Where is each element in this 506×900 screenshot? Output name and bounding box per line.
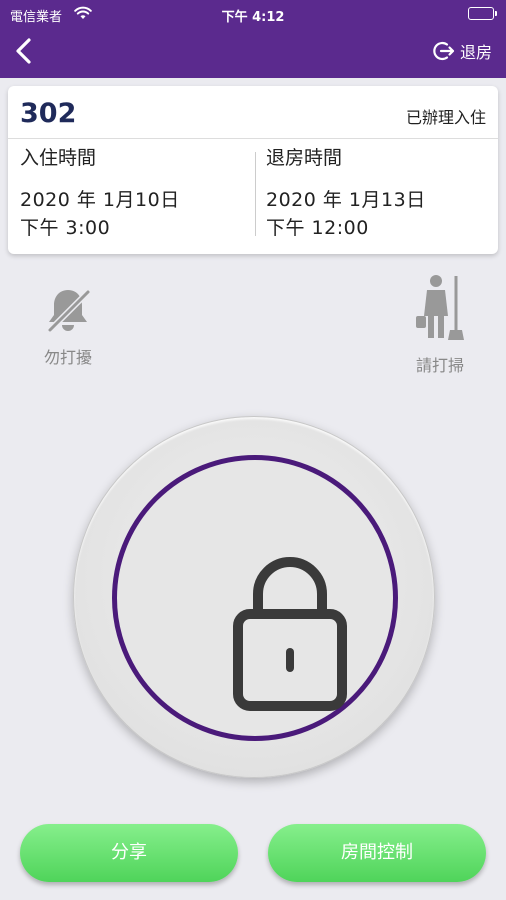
battery-icon [468, 7, 497, 20]
checkin-time: 下午 3:00 [20, 217, 111, 239]
checkin-date: 2020 年 1月10日 [20, 189, 180, 211]
do-not-disturb-label: 勿打擾 [43, 348, 92, 367]
checkin-label: 入住時間 [20, 147, 97, 169]
housekeeper-icon [416, 275, 464, 340]
back-button[interactable] [10, 34, 40, 68]
checkout-info: 退房時間 2020 年 1月13日 下午 12:00 [266, 146, 426, 242]
room-number: 302 [20, 98, 77, 129]
padlock-icon [233, 557, 347, 711]
cleaning-label: 請打掃 [415, 356, 464, 375]
checkout-label: 退房 [459, 43, 492, 62]
bell-slash-icon [47, 289, 91, 333]
top-bar: 電信業者 下午 4:12 退房 [0, 0, 506, 78]
divider [255, 152, 256, 236]
cleaning-button[interactable]: 請打掃 [400, 272, 480, 376]
share-button[interactable]: 分享 [20, 824, 238, 882]
status-bar: 電信業者 下午 4:12 [0, 4, 506, 25]
checkout-time: 下午 12:00 [266, 217, 369, 239]
chevron-left-icon [16, 38, 31, 64]
status-badge: 已辦理入住 [405, 108, 486, 127]
checkout-label: 退房時間 [266, 147, 343, 169]
unlock-button[interactable] [73, 416, 435, 778]
checkout-date: 2020 年 1月13日 [266, 189, 426, 211]
room-control-button[interactable]: 房間控制 [268, 824, 486, 882]
checkout-button[interactable]: 退房 [432, 36, 492, 66]
divider [8, 138, 498, 139]
lock-ring [112, 455, 398, 741]
checkin-info: 入住時間 2020 年 1月10日 下午 3:00 [20, 146, 180, 242]
booking-card: 302 已辦理入住 入住時間 2020 年 1月10日 下午 3:00 退房時間… [8, 86, 498, 254]
logout-icon [433, 41, 455, 61]
do-not-disturb-button[interactable]: 勿打擾 [28, 284, 108, 368]
clock: 下午 4:12 [221, 10, 285, 25]
